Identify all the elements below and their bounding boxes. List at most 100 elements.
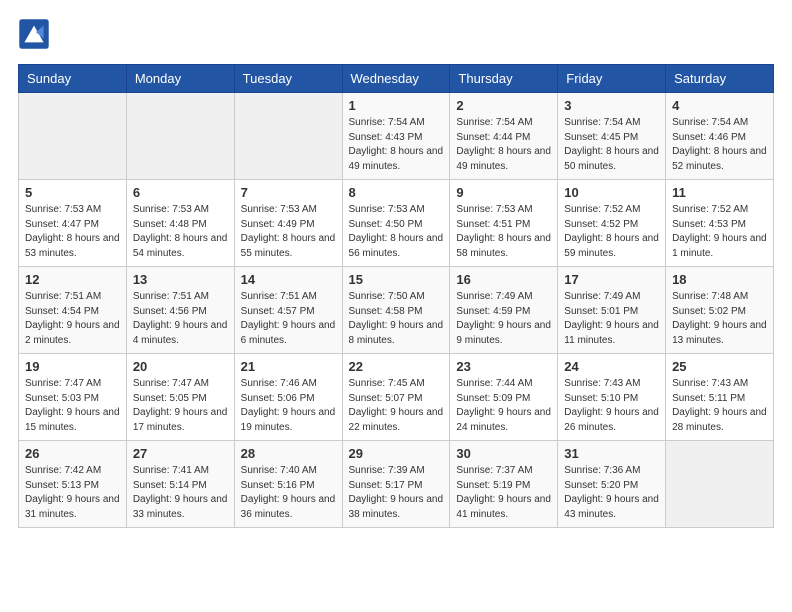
day-info: Sunrise: 7:51 AM Sunset: 4:56 PM Dayligh…: [133, 290, 228, 348]
day-info: Sunrise: 7:39 AM Sunset: 5:17 PM Dayligh…: [349, 464, 444, 522]
day-number: 7: [241, 185, 336, 200]
day-info: Sunrise: 7:48 AM Sunset: 5:02 PM Dayligh…: [672, 290, 767, 348]
day-number: 15: [349, 272, 444, 287]
day-info: Sunrise: 7:42 AM Sunset: 5:13 PM Dayligh…: [25, 464, 120, 522]
day-number: 18: [672, 272, 767, 287]
day-number: 26: [25, 446, 120, 461]
day-info: Sunrise: 7:43 AM Sunset: 5:10 PM Dayligh…: [564, 377, 659, 435]
day-info: Sunrise: 7:49 AM Sunset: 4:59 PM Dayligh…: [456, 290, 551, 348]
calendar-cell: 6Sunrise: 7:53 AM Sunset: 4:48 PM Daylig…: [126, 180, 234, 267]
day-number: 28: [241, 446, 336, 461]
calendar-cell: 10 Sunrise: 7:52 AM Sunset: 4:52 PM Dayli…: [558, 180, 666, 267]
day-info: Sunrise: 7:43 AM Sunset: 5:11 PM Dayligh…: [672, 377, 767, 435]
day-info: Sunrise: 7:45 AM Sunset: 5:07 PM Dayligh…: [349, 377, 444, 435]
header: [18, 18, 774, 50]
calendar-cell: 31 Sunrise: 7:36 AM Sunset: 5:20 PM Dayli…: [558, 441, 666, 528]
day-number: 16: [456, 272, 551, 287]
calendar-cell: 7 Sunrise: 7:53 AM Sunset: 4:49 PM Daylig…: [234, 180, 342, 267]
calendar-cell: 17Sunrise: 7:49 AM Sunset: 5:01 PM Dayli…: [558, 267, 666, 354]
calendar-cell: 27Sunrise: 7:41 AM Sunset: 5:14 PM Dayli…: [126, 441, 234, 528]
day-number: 9: [456, 185, 551, 200]
day-number: 11: [672, 185, 767, 200]
day-info: Sunrise: 7:52 AM Sunset: 4:52 PM Dayligh…: [564, 203, 659, 261]
day-info: Sunrise: 7:51 AM Sunset: 4:54 PM Dayligh…: [25, 290, 120, 348]
week-row-2: 12 Sunrise: 7:51 AM Sunset: 4:54 PM Dayli…: [19, 267, 774, 354]
day-number: 5: [25, 185, 120, 200]
day-number: 23: [456, 359, 551, 374]
calendar-cell: 14 Sunrise: 7:51 AM Sunset: 4:57 PM Dayli…: [234, 267, 342, 354]
calendar-cell: 24 Sunrise: 7:43 AM Sunset: 5:10 PM Dayli…: [558, 354, 666, 441]
weekday-wednesday: Wednesday: [342, 65, 450, 93]
day-number: 19: [25, 359, 120, 374]
calendar-cell: [19, 93, 127, 180]
weekday-tuesday: Tuesday: [234, 65, 342, 93]
day-info: Sunrise: 7:54 AM Sunset: 4:46 PM Dayligh…: [672, 116, 767, 174]
weekday-monday: Monday: [126, 65, 234, 93]
day-info: Sunrise: 7:54 AM Sunset: 4:45 PM Dayligh…: [564, 116, 659, 174]
day-number: 24: [564, 359, 659, 374]
calendar-cell: 30 Sunrise: 7:37 AM Sunset: 5:19 PM Dayli…: [450, 441, 558, 528]
day-info: Sunrise: 7:41 AM Sunset: 5:14 PM Dayligh…: [133, 464, 228, 522]
week-row-4: 26 Sunrise: 7:42 AM Sunset: 5:13 PM Dayli…: [19, 441, 774, 528]
day-number: 13: [133, 272, 228, 287]
day-number: 31: [564, 446, 659, 461]
day-number: 12: [25, 272, 120, 287]
day-info: Sunrise: 7:37 AM Sunset: 5:19 PM Dayligh…: [456, 464, 551, 522]
day-info: Sunrise: 7:44 AM Sunset: 5:09 PM Dayligh…: [456, 377, 551, 435]
calendar-cell: 16 Sunrise: 7:49 AM Sunset: 4:59 PM Dayli…: [450, 267, 558, 354]
weekday-header-row: SundayMondayTuesdayWednesdayThursdayFrid…: [19, 65, 774, 93]
day-number: 29: [349, 446, 444, 461]
calendar-cell: 22 Sunrise: 7:45 AM Sunset: 5:07 PM Dayli…: [342, 354, 450, 441]
day-number: 4: [672, 98, 767, 113]
calendar-cell: 8Sunrise: 7:53 AM Sunset: 4:50 PM Daylig…: [342, 180, 450, 267]
day-number: 3: [564, 98, 659, 113]
week-row-1: 5Sunrise: 7:53 AM Sunset: 4:47 PM Daylig…: [19, 180, 774, 267]
day-number: 1: [349, 98, 444, 113]
day-info: Sunrise: 7:50 AM Sunset: 4:58 PM Dayligh…: [349, 290, 444, 348]
weekday-sunday: Sunday: [19, 65, 127, 93]
calendar-cell: 19Sunrise: 7:47 AM Sunset: 5:03 PM Dayli…: [19, 354, 127, 441]
week-row-3: 19Sunrise: 7:47 AM Sunset: 5:03 PM Dayli…: [19, 354, 774, 441]
calendar-cell: 21 Sunrise: 7:46 AM Sunset: 5:06 PM Dayli…: [234, 354, 342, 441]
calendar-cell: 18 Sunrise: 7:48 AM Sunset: 5:02 PM Dayli…: [666, 267, 774, 354]
calendar-cell: [666, 441, 774, 528]
calendar-cell: 9 Sunrise: 7:53 AM Sunset: 4:51 PM Daylig…: [450, 180, 558, 267]
calendar-cell: 12 Sunrise: 7:51 AM Sunset: 4:54 PM Dayli…: [19, 267, 127, 354]
day-info: Sunrise: 7:51 AM Sunset: 4:57 PM Dayligh…: [241, 290, 336, 348]
day-number: 14: [241, 272, 336, 287]
calendar-cell: 15 Sunrise: 7:50 AM Sunset: 4:58 PM Dayli…: [342, 267, 450, 354]
day-number: 20: [133, 359, 228, 374]
page: SundayMondayTuesdayWednesdayThursdayFrid…: [0, 0, 792, 546]
weekday-friday: Friday: [558, 65, 666, 93]
day-info: Sunrise: 7:46 AM Sunset: 5:06 PM Dayligh…: [241, 377, 336, 435]
day-info: Sunrise: 7:36 AM Sunset: 5:20 PM Dayligh…: [564, 464, 659, 522]
day-info: Sunrise: 7:52 AM Sunset: 4:53 PM Dayligh…: [672, 203, 767, 261]
day-info: Sunrise: 7:47 AM Sunset: 5:05 PM Dayligh…: [133, 377, 228, 435]
calendar-cell: 5Sunrise: 7:53 AM Sunset: 4:47 PM Daylig…: [19, 180, 127, 267]
calendar-cell: 11 Sunrise: 7:52 AM Sunset: 4:53 PM Dayli…: [666, 180, 774, 267]
logo-icon: [18, 18, 50, 50]
day-info: Sunrise: 7:54 AM Sunset: 4:44 PM Dayligh…: [456, 116, 551, 174]
day-info: Sunrise: 7:53 AM Sunset: 4:49 PM Dayligh…: [241, 203, 336, 261]
calendar-cell: 23 Sunrise: 7:44 AM Sunset: 5:09 PM Dayli…: [450, 354, 558, 441]
calendar-cell: 29 Sunrise: 7:39 AM Sunset: 5:17 PM Dayli…: [342, 441, 450, 528]
day-info: Sunrise: 7:53 AM Sunset: 4:48 PM Dayligh…: [133, 203, 228, 261]
day-info: Sunrise: 7:54 AM Sunset: 4:43 PM Dayligh…: [349, 116, 444, 174]
day-number: 30: [456, 446, 551, 461]
day-number: 10: [564, 185, 659, 200]
day-number: 22: [349, 359, 444, 374]
calendar-cell: 13 Sunrise: 7:51 AM Sunset: 4:56 PM Dayli…: [126, 267, 234, 354]
calendar-cell: 28 Sunrise: 7:40 AM Sunset: 5:16 PM Dayli…: [234, 441, 342, 528]
weekday-saturday: Saturday: [666, 65, 774, 93]
calendar-cell: 20 Sunrise: 7:47 AM Sunset: 5:05 PM Dayli…: [126, 354, 234, 441]
day-info: Sunrise: 7:40 AM Sunset: 5:16 PM Dayligh…: [241, 464, 336, 522]
calendar-cell: 25Sunrise: 7:43 AM Sunset: 5:11 PM Dayli…: [666, 354, 774, 441]
calendar-cell: 3 Sunrise: 7:54 AM Sunset: 4:45 PM Daylig…: [558, 93, 666, 180]
calendar-table: SundayMondayTuesdayWednesdayThursdayFrid…: [18, 64, 774, 528]
calendar-cell: 26 Sunrise: 7:42 AM Sunset: 5:13 PM Dayli…: [19, 441, 127, 528]
calendar-cell: [234, 93, 342, 180]
day-info: Sunrise: 7:53 AM Sunset: 4:51 PM Dayligh…: [456, 203, 551, 261]
day-number: 21: [241, 359, 336, 374]
calendar-cell: [126, 93, 234, 180]
week-row-0: 1 Sunrise: 7:54 AM Sunset: 4:43 PM Daylig…: [19, 93, 774, 180]
